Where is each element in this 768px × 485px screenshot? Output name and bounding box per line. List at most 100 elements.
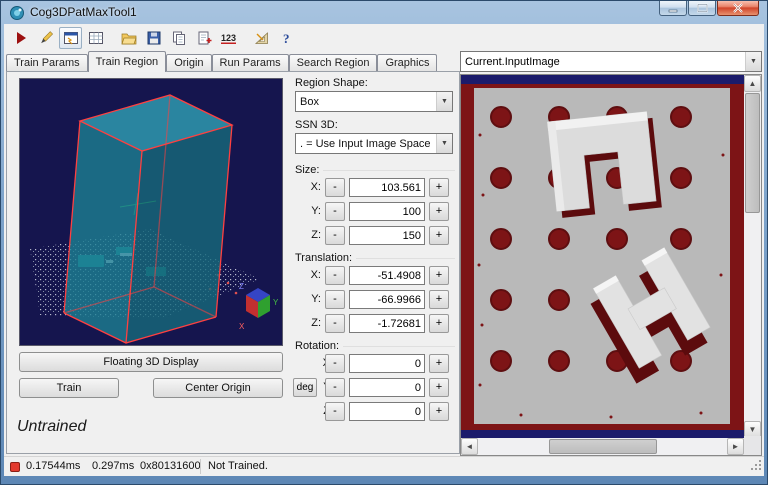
open-icon[interactable] bbox=[117, 27, 140, 49]
size-y-row: Y: - + bbox=[293, 202, 457, 222]
toolbar-separator bbox=[109, 29, 115, 47]
rotation-z-input[interactable] bbox=[349, 402, 425, 421]
chevron-down-icon: ▼ bbox=[745, 52, 761, 71]
size-z-input[interactable] bbox=[349, 226, 425, 245]
size-x-decrement-button[interactable]: - bbox=[325, 178, 345, 197]
toolbar: 123 ? bbox=[4, 24, 764, 51]
scroll-left-icon[interactable]: ◄ bbox=[461, 438, 478, 455]
tab-strip: Train Params Train Region Origin Run Params… bbox=[6, 51, 460, 90]
rotation-x-decrement-button[interactable]: - bbox=[325, 354, 345, 373]
translation-z-input[interactable] bbox=[349, 314, 425, 333]
size-x-input[interactable] bbox=[349, 178, 425, 197]
translation-x-label: X: bbox=[310, 269, 321, 281]
train-3d-scene: Z Y X bbox=[20, 79, 282, 345]
vertical-scrollbar[interactable]: ▲ ▼ bbox=[744, 75, 761, 438]
status-error-icon bbox=[10, 462, 20, 472]
translation-y-row: Y: - + bbox=[293, 290, 457, 310]
rotation-y-input[interactable] bbox=[349, 378, 425, 397]
maximize-button[interactable] bbox=[688, 1, 716, 16]
resize-grip[interactable] bbox=[750, 459, 763, 475]
size-x-increment-button[interactable]: + bbox=[429, 178, 449, 197]
size-z-label: Z: bbox=[311, 229, 321, 241]
translation-y-increment-button[interactable]: + bbox=[429, 290, 449, 309]
trained-state-label: Untrained bbox=[17, 418, 87, 435]
paste-new-icon[interactable] bbox=[192, 27, 215, 49]
rotation-x-increment-button[interactable]: + bbox=[429, 354, 449, 373]
size-z-increment-button[interactable]: + bbox=[429, 226, 449, 245]
horizontal-scroll-thumb[interactable] bbox=[549, 439, 657, 454]
measure-icon[interactable] bbox=[250, 27, 273, 49]
grid-settings-icon[interactable] bbox=[84, 27, 107, 49]
translation-x-increment-button[interactable]: + bbox=[429, 266, 449, 285]
tab-origin[interactable]: Origin bbox=[166, 54, 212, 72]
copy-results-icon[interactable] bbox=[167, 27, 190, 49]
translation-x-row: X: - + bbox=[293, 266, 457, 286]
size-x-row: X: - + bbox=[293, 178, 457, 198]
tab-train-region[interactable]: Train Region bbox=[87, 51, 167, 72]
region-shape-label: Region Shape: bbox=[295, 77, 368, 89]
input-image-display[interactable]: ▲ ▼ ◄ ► bbox=[460, 74, 762, 456]
numeric-precision-icon[interactable]: 123 bbox=[217, 27, 240, 49]
size-z-decrement-button[interactable]: - bbox=[325, 226, 345, 245]
help-icon[interactable]: ? bbox=[275, 27, 298, 49]
chevron-down-icon: ▼ bbox=[436, 92, 452, 111]
vertical-scroll-thumb[interactable] bbox=[745, 93, 760, 213]
train-3d-view[interactable]: Z Y X bbox=[19, 78, 283, 346]
save-icon[interactable] bbox=[142, 27, 165, 49]
image-source-dropdown[interactable]: Current.InputImage ▼ bbox=[460, 51, 762, 72]
rotation-z-increment-button[interactable]: + bbox=[429, 402, 449, 421]
status-result-code: 0x80131600 bbox=[140, 460, 201, 472]
size-group-label: Size: bbox=[295, 164, 455, 176]
size-y-input[interactable] bbox=[349, 202, 425, 221]
translation-z-row: Z: - + bbox=[293, 314, 457, 334]
tab-graphics[interactable]: Graphics bbox=[377, 54, 438, 72]
deg-units-button[interactable]: deg bbox=[293, 378, 317, 397]
translation-y-decrement-button[interactable]: - bbox=[325, 290, 345, 309]
svg-text:?: ? bbox=[283, 31, 290, 46]
display-settings-icon[interactable] bbox=[59, 26, 82, 49]
tab-search-region[interactable]: Search Region bbox=[288, 54, 378, 72]
status-time-1: 0.17544ms bbox=[26, 460, 81, 472]
titlebar[interactable]: Cog3DPatMaxTool1 bbox=[1, 1, 767, 24]
center-origin-button[interactable]: Center Origin bbox=[153, 378, 283, 398]
scrollbar-corner bbox=[744, 436, 761, 455]
axis-y-label: Y bbox=[273, 298, 279, 307]
translation-z-decrement-button[interactable]: - bbox=[325, 314, 345, 333]
toolbar-separator bbox=[242, 29, 248, 47]
close-button[interactable] bbox=[717, 1, 759, 16]
scroll-up-icon[interactable]: ▲ bbox=[744, 75, 761, 92]
status-message: Not Trained. bbox=[208, 460, 268, 472]
edit-icon[interactable] bbox=[34, 27, 57, 49]
horizontal-scrollbar[interactable]: ◄ ► bbox=[461, 438, 744, 455]
rotation-y-increment-button[interactable]: + bbox=[429, 378, 449, 397]
run-icon[interactable] bbox=[9, 27, 32, 49]
size-z-row: Z: - + bbox=[293, 226, 457, 246]
train-region-page: Z Y X Floating 3D Display Train Center O… bbox=[6, 71, 460, 454]
translation-y-label: Y: bbox=[311, 293, 321, 305]
train-button[interactable]: Train bbox=[19, 378, 119, 398]
translation-y-input[interactable] bbox=[349, 290, 425, 309]
size-y-increment-button[interactable]: + bbox=[429, 202, 449, 221]
ssn-3d-dropdown[interactable]: . = Use Input Image Space ▼ bbox=[295, 133, 453, 154]
translation-z-label: Z: bbox=[311, 317, 321, 329]
rotation-group-label: Rotation: bbox=[295, 340, 455, 352]
translation-x-input[interactable] bbox=[349, 266, 425, 285]
minimize-button[interactable] bbox=[659, 1, 687, 16]
translation-z-increment-button[interactable]: + bbox=[429, 314, 449, 333]
translation-x-decrement-button[interactable]: - bbox=[325, 266, 345, 285]
scroll-right-icon[interactable]: ► bbox=[727, 438, 744, 455]
region-shape-dropdown[interactable]: Box ▼ bbox=[295, 91, 453, 112]
size-y-label: Y: bbox=[311, 205, 321, 217]
floating-3d-display-button[interactable]: Floating 3D Display bbox=[19, 352, 283, 372]
rotation-y-decrement-button[interactable]: - bbox=[325, 378, 345, 397]
tab-run-params[interactable]: Run Params bbox=[211, 54, 289, 72]
rotation-z-decrement-button[interactable]: - bbox=[325, 402, 345, 421]
region-form: Region Shape: Box ▼ SSN 3D: . = Use Inpu… bbox=[293, 72, 457, 453]
image-source-value: Current.InputImage bbox=[465, 55, 560, 68]
client-area: 123 ? Train Params Train Region Origin Run … bbox=[4, 24, 764, 476]
size-y-decrement-button[interactable]: - bbox=[325, 202, 345, 221]
status-time-2: 0.297ms bbox=[92, 460, 135, 472]
input-image bbox=[461, 75, 744, 438]
tab-train-params[interactable]: Train Params bbox=[6, 54, 88, 72]
rotation-x-input[interactable] bbox=[349, 354, 425, 373]
